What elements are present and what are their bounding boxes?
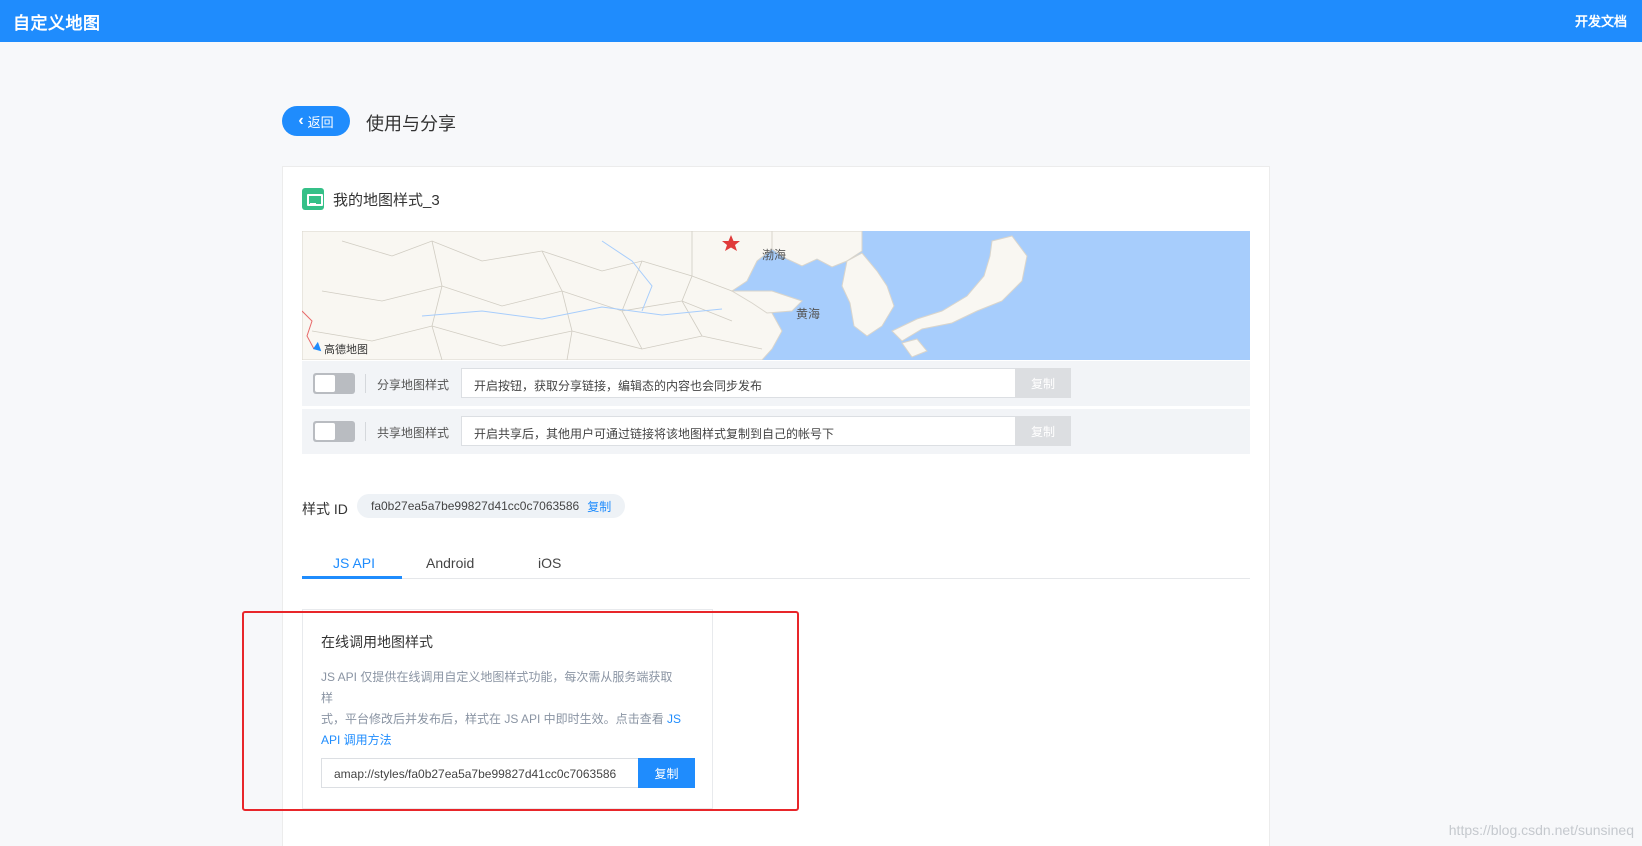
share-style-row: 分享地图样式 开启按钮，获取分享链接，编辑态的内容也会同步发布 复制	[302, 361, 1250, 406]
js-api-doc-link-part1[interactable]: JS	[667, 712, 681, 726]
public-link-field[interactable]: 开启共享后，其他用户可通过链接将该地图样式复制到自己的帐号下	[461, 416, 1015, 446]
public-style-toggle[interactable]	[313, 421, 355, 442]
watermark: https://blog.csdn.net/sunsineq	[1448, 822, 1634, 838]
share-style-label: 分享地图样式	[377, 378, 450, 392]
js-api-doc-link-part2[interactable]: API	[321, 733, 340, 747]
map-style-name: 我的地图样式_3	[333, 191, 440, 209]
map-label-bohai: 渤海	[762, 248, 787, 262]
js-api-description: JS API 仅提供在线调用自定义地图样式功能，每次需从服务端获取样 式，平台修…	[321, 667, 683, 751]
app-logo[interactable]: 自定义地图	[13, 9, 101, 34]
style-id-copy-link[interactable]: 复制	[587, 498, 611, 515]
back-button-label: 返回	[307, 114, 334, 130]
top-nav-bar: 自定义地图 开发文档	[0, 0, 1642, 42]
map-style-header: 我的地图样式_3	[302, 188, 440, 210]
amap-logo-icon	[304, 341, 322, 357]
monitor-icon	[302, 188, 324, 210]
style-id-label: 样式 ID	[302, 501, 348, 517]
toggle-knob	[315, 375, 335, 392]
js-api-panel-title: 在线调用地图样式	[321, 634, 433, 650]
public-link-copy-button[interactable]: 复制	[1015, 416, 1071, 446]
js-api-doc-link-part3[interactable]: 调用方法	[340, 733, 392, 747]
toggle-knob	[315, 423, 335, 440]
back-button[interactable]: ‹ 返回	[282, 106, 350, 136]
divider	[365, 422, 366, 441]
style-id-pill: fa0b27ea5a7be99827d41cc0c7063586 复制	[357, 494, 626, 518]
style-url-copy-button[interactable]: 复制	[638, 758, 695, 788]
dev-docs-link[interactable]: 开发文档	[1575, 11, 1627, 30]
share-link-copy-button[interactable]: 复制	[1015, 368, 1071, 398]
page-title: 使用与分享	[366, 114, 456, 134]
platform-tabs: JS API Android iOS	[302, 550, 1250, 579]
desc-line-2: 式，平台修改后并发布后，样式在 JS API 中即时生效。点击查看	[321, 712, 668, 726]
tab-js-api[interactable]: JS API	[333, 555, 375, 571]
divider	[365, 374, 366, 393]
js-api-panel: 在线调用地图样式 JS API 仅提供在线调用自定义地图样式功能，每次需从服务端…	[302, 609, 713, 809]
style-id-value: fa0b27ea5a7be99827d41cc0c7063586	[371, 499, 580, 513]
share-style-toggle[interactable]	[313, 373, 355, 394]
active-tab-indicator	[302, 576, 402, 579]
public-style-row: 共享地图样式 开启共享后，其他用户可通过链接将该地图样式复制到自己的帐号下 复制	[302, 409, 1250, 454]
tab-android[interactable]: Android	[426, 555, 474, 571]
map-brand: 高德地图	[304, 341, 368, 357]
share-link-field[interactable]: 开启按钮，获取分享链接，编辑态的内容也会同步发布	[461, 368, 1015, 398]
desc-line-1: JS API 仅提供在线调用自定义地图样式功能，每次需从服务端获取样	[321, 670, 673, 705]
style-url-field[interactable]: amap://styles/fa0b27ea5a7be99827d41cc0c7…	[321, 758, 638, 788]
public-style-label: 共享地图样式	[377, 426, 450, 440]
map-label-huanghai: 黄海	[796, 307, 821, 321]
map-preview: 渤海 黄海 高德地图	[302, 231, 1250, 360]
chevron-left-icon: ‹	[298, 112, 304, 129]
map-brand-text: 高德地图	[324, 344, 368, 356]
tab-ios[interactable]: iOS	[538, 555, 561, 571]
